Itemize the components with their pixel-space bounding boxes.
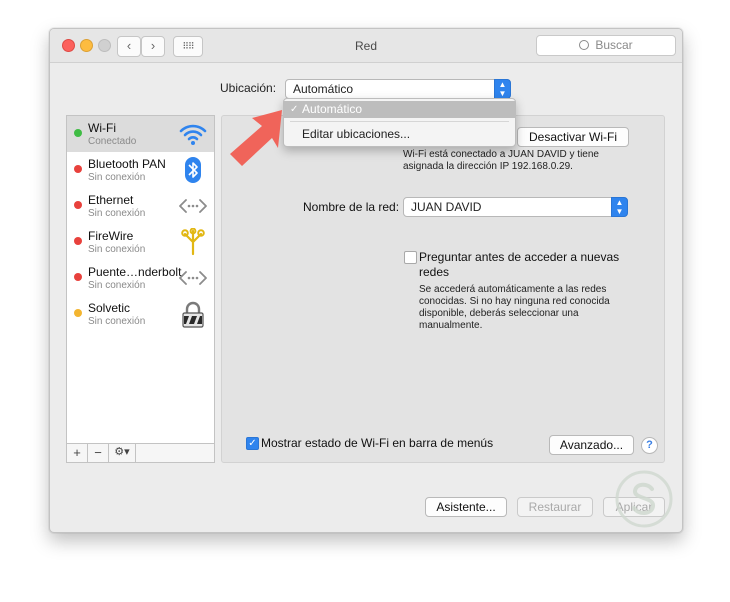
assistant-button[interactable]: Asistente... [425, 497, 507, 517]
service-status: Conectado [88, 136, 137, 147]
thunderbolt-bridge-icon [179, 271, 207, 285]
service-item-bluetooth-pan[interactable]: Bluetooth PAN Sin conexión [67, 152, 214, 188]
status-dot [74, 165, 82, 173]
service-status: Sin conexión [88, 208, 146, 219]
search-icon [579, 40, 590, 50]
menu-item-label: Editar ubicaciones... [302, 127, 411, 141]
wifi-status-text-line-2: asignada la dirección IP 192.168.0.29. [403, 161, 573, 172]
network-name-popup[interactable]: JUAN DAVID ▲ ▼ [403, 197, 628, 217]
status-dot [74, 237, 82, 245]
service-item-firewire[interactable]: FireWire Sin conexión [67, 224, 214, 260]
annotation-arrow-icon [230, 110, 282, 166]
revert-button[interactable]: Restaurar [517, 497, 593, 517]
status-dot [74, 201, 82, 209]
service-item-solvetic[interactable]: Solvetic Sin conexión [67, 296, 214, 332]
location-popup[interactable]: Automático ▲ ▼ [285, 79, 511, 99]
ask-join-networks-checkbox[interactable] [404, 251, 417, 264]
action-gear-icon[interactable]: ⚙▾ [109, 444, 136, 462]
location-menu: ✓ Automático Editar ubicaciones... [283, 98, 516, 147]
wifi-status-text-line-1: Wi-Fi está conectado a JUAN DAVID y tien… [403, 149, 599, 160]
service-name: Ethernet [88, 193, 134, 207]
service-status: Sin conexión [88, 316, 146, 327]
help-button[interactable]: ? [641, 437, 658, 454]
service-item-thunderbolt-bridge[interactable]: Puente…nderbolt Sin conexión [67, 260, 214, 296]
service-item-ethernet[interactable]: Ethernet Sin conexión [67, 188, 214, 224]
checkmark-icon: ✓ [248, 438, 257, 449]
service-status: Sin conexión [88, 280, 146, 291]
bluetooth-icon [185, 157, 201, 183]
service-name: Puente…nderbolt [88, 265, 182, 279]
add-service-button[interactable]: + [67, 444, 88, 462]
service-name: FireWire [88, 229, 134, 243]
ask-join-networks-label-line-1: Preguntar antes de acceder a nuevas [419, 250, 620, 264]
solvetic-logo-icon [615, 470, 673, 528]
location-label: Ubicación: [220, 81, 277, 95]
menu-separator [290, 121, 509, 122]
turn-off-wifi-button[interactable]: Desactivar Wi-Fi [517, 127, 629, 147]
popup-chevrons-icon: ▲ ▼ [611, 197, 628, 217]
ask-join-help-line-2: conocidas. Si no hay ninguna red conocid… [419, 296, 610, 307]
service-list-toolbar: + − ⚙▾ [66, 443, 215, 463]
wifi-icon [179, 124, 207, 145]
status-dot [74, 273, 82, 281]
menu-item-automatico[interactable]: ✓ Automático [284, 101, 515, 118]
service-name: Wi-Fi [88, 121, 116, 135]
checkmark-icon: ✓ [290, 104, 299, 115]
ask-join-help-line-1: Se accederá automáticamente a las redes [419, 284, 607, 295]
service-item-wifi[interactable]: Wi-Fi Conectado [67, 116, 214, 152]
vpn-lock-icon [182, 301, 204, 328]
ask-join-help-line-4: manualmente. [419, 320, 483, 331]
ethernet-icon [179, 199, 207, 213]
advanced-button[interactable]: Avanzado... [549, 435, 634, 455]
service-status: Sin conexión [88, 244, 146, 255]
service-name: Bluetooth PAN [88, 157, 166, 171]
ask-join-networks-label-line-2: redes [419, 265, 450, 279]
service-status: Sin conexión [88, 172, 146, 183]
network-name-label: Nombre de la red: [303, 200, 400, 214]
menu-item-label: Automático [302, 102, 363, 116]
popup-chevrons-icon: ▲ ▼ [494, 79, 511, 99]
show-wifi-status-checkbox[interactable]: ✓ [246, 437, 259, 450]
show-wifi-status-label: Mostrar estado de Wi-Fi en barra de menú… [261, 436, 494, 450]
status-dot [74, 129, 82, 137]
title-bar: ‹ › ⠿⠿ Red Buscar [50, 29, 682, 63]
remove-service-button[interactable]: − [88, 444, 109, 462]
ask-join-help-line-3: disponible, deberás seleccionar una [419, 308, 579, 319]
firewire-icon [181, 228, 205, 256]
location-value: Automático [293, 82, 354, 96]
status-dot [74, 309, 82, 317]
service-name: Solvetic [88, 301, 131, 315]
menu-item-edit-locations[interactable]: Editar ubicaciones... [284, 126, 515, 143]
network-name-value: JUAN DAVID [411, 200, 482, 214]
search-placeholder: Buscar [595, 38, 633, 52]
search-field[interactable]: Buscar [536, 35, 676, 56]
service-list: Wi-Fi Conectado Bluetooth PAN Sin conexi… [66, 115, 215, 463]
